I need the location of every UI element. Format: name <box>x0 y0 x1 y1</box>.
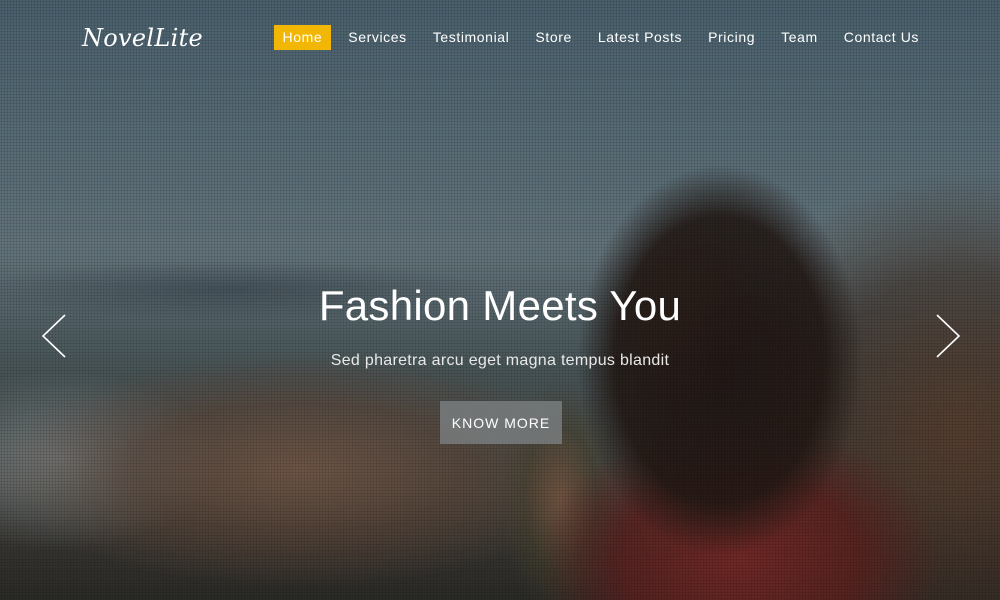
nav-item-contact-us[interactable]: Contact Us <box>835 25 928 50</box>
main-navigation: Home Services Testimonial Store Latest P… <box>266 25 928 50</box>
nav-item-testimonial[interactable]: Testimonial <box>424 25 519 50</box>
nav-item-services[interactable]: Services <box>339 25 415 50</box>
nav-item-pricing[interactable]: Pricing <box>699 25 764 50</box>
hero-slider: NovelLite Home Services Testimonial Stor… <box>0 0 1000 600</box>
site-logo[interactable]: NovelLite <box>82 24 203 52</box>
nav-item-team[interactable]: Team <box>772 25 827 50</box>
slider-prev-button[interactable] <box>40 313 68 359</box>
hero-subtitle: Sed pharetra arcu eget magna tempus blan… <box>330 352 670 369</box>
nav-item-home[interactable]: Home <box>273 25 332 50</box>
chevron-left-icon <box>41 314 66 358</box>
know-more-button[interactable]: KNOW MORE <box>440 401 562 444</box>
nav-item-store[interactable]: Store <box>526 25 580 50</box>
hero-title: Fashion Meets You <box>318 282 682 329</box>
chevron-right-icon <box>936 314 961 358</box>
nav-item-latest-posts[interactable]: Latest Posts <box>589 25 691 50</box>
slider-next-button[interactable] <box>934 313 962 359</box>
